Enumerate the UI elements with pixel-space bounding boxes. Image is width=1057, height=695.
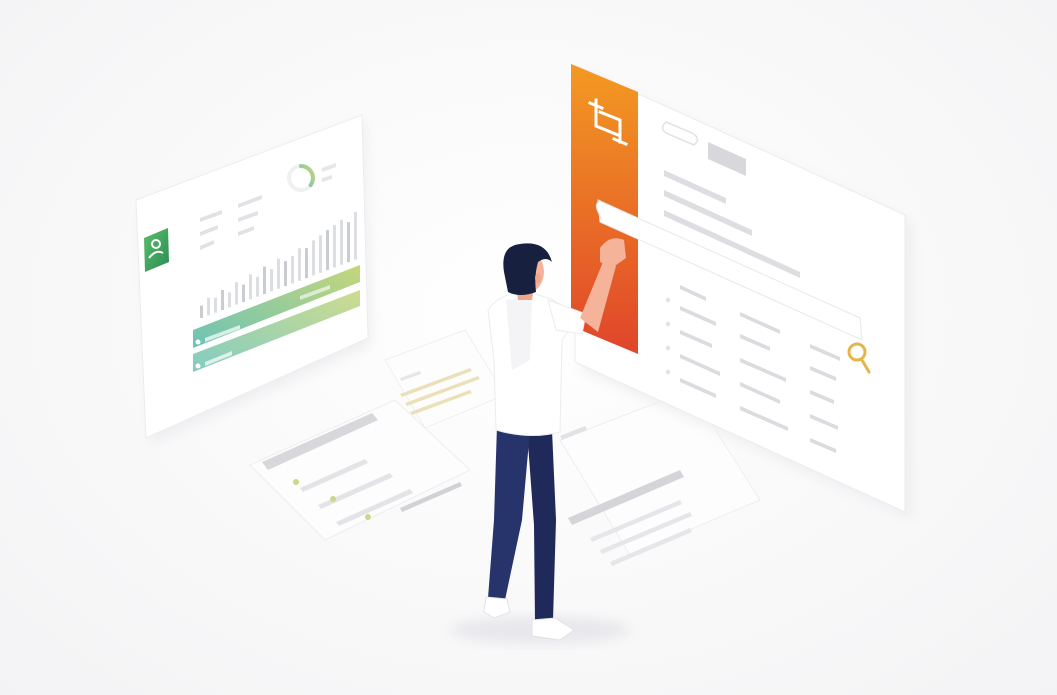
- isometric-illustration: [135, 64, 912, 644]
- histogram-bar: [277, 258, 280, 289]
- histogram-bar: [326, 230, 329, 271]
- histogram-bar: [305, 248, 308, 279]
- histogram-bar: [270, 268, 273, 292]
- histogram-bar: [200, 305, 203, 318]
- histogram-bar: [333, 224, 336, 268]
- left-analytics-panel: [135, 114, 372, 445]
- histogram-bar: [319, 235, 322, 273]
- histogram-bar: [340, 219, 343, 265]
- histogram-bar: [221, 290, 224, 311]
- histogram-bar: [242, 284, 245, 303]
- histogram-bar: [312, 240, 315, 276]
- histogram-bar: [207, 297, 210, 316]
- histogram-bar: [284, 261, 287, 287]
- illustration-canvas: [0, 0, 1057, 695]
- histogram-bar: [347, 222, 350, 263]
- histogram-bar: [235, 282, 238, 305]
- histogram-bar: [214, 297, 217, 313]
- histogram-bar: [263, 266, 266, 295]
- histogram-bar: [228, 292, 231, 308]
- histogram-bar: [298, 248, 301, 281]
- histogram-bar: [291, 255, 294, 284]
- histogram-bar: [354, 211, 357, 260]
- histogram-bar: [249, 274, 252, 300]
- histogram-bar: [256, 276, 259, 297]
